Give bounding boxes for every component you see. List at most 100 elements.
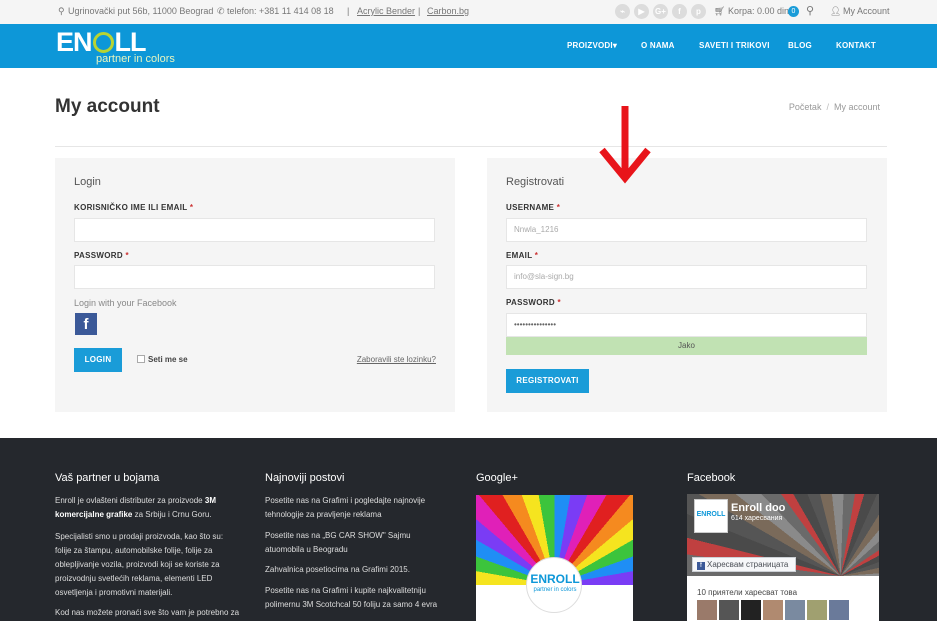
remember-me-label: Seti me se — [148, 355, 188, 364]
avatar[interactable] — [829, 600, 849, 620]
register-email-label-text: EMAIL — [506, 251, 533, 260]
register-button[interactable]: REGISTROVATI — [506, 369, 589, 393]
footer-partner-heading: Vaš partner u bojama — [55, 472, 160, 484]
avatar[interactable] — [697, 600, 717, 620]
title-divider — [55, 146, 887, 147]
register-email-input[interactable]: info@sla-sign.bg — [506, 265, 867, 289]
login-password-input[interactable] — [74, 265, 435, 289]
breadcrumb-separator: / — [826, 102, 829, 112]
register-password-input[interactable]: ••••••••••••••• — [506, 313, 867, 337]
nav-blog[interactable]: BLOG — [788, 41, 812, 50]
footer-intro-text: Enroll je ovlašteni distributer za proiz… — [55, 496, 203, 505]
footer-post-link[interactable]: Posetite nas na „BG CAR SHOW" Sajmu atuo… — [265, 529, 450, 557]
chevron-down-icon: ▾ — [612, 41, 618, 50]
required-mark: * — [189, 203, 194, 212]
location-icon: ⚲ — [58, 6, 65, 16]
rss-icon[interactable]: ⌁ — [615, 4, 630, 19]
facebook-icon: f — [83, 316, 89, 333]
avatar[interactable] — [807, 600, 827, 620]
required-mark: * — [534, 251, 539, 260]
address-text: Ugrinovački put 56b, 11000 Beograd — [68, 6, 214, 16]
top-info-bar: ⚲ Ugrinovački put 56b, 11000 Beograd ✆ t… — [0, 0, 937, 24]
footer-posts-heading: Najnoviji postovi — [265, 472, 345, 484]
facebook-page-name[interactable]: Enroll doo — [731, 502, 785, 514]
avatar[interactable] — [785, 600, 805, 620]
facebook-page-avatar[interactable]: ENROLL — [694, 499, 728, 533]
divider-bar: | — [347, 6, 350, 16]
facebook-avatar-logo: ENROLL — [696, 511, 726, 518]
red-arrow-down-icon — [599, 106, 651, 184]
divider-bar: | — [418, 6, 421, 16]
footer-partner-intro: Enroll je ovlašteni distributer za proiz… — [55, 494, 240, 522]
login-button[interactable]: LOGIN — [74, 348, 122, 372]
password-strength-meter: Jako — [506, 337, 867, 355]
phone-icon: ✆ — [217, 6, 225, 16]
acrylic-bender-link[interactable]: Acrylic Bender — [357, 6, 415, 16]
footer-googleplus-heading: Google+ — [476, 472, 518, 484]
login-password-label: PASSWORD * — [74, 251, 129, 260]
nav-proizvodi-label: PROIZVODI — [567, 41, 613, 50]
breadcrumb-current: My account — [833, 102, 880, 112]
nav-kontakt[interactable]: KONTAKT — [836, 41, 876, 50]
login-username-label-text: KORISNIČKO IME ILI EMAIL — [74, 203, 188, 212]
pinterest-icon[interactable]: p — [691, 4, 706, 19]
facebook-icon[interactable]: f — [672, 4, 687, 19]
carbon-bg-link[interactable]: Carbon.bg — [427, 6, 469, 16]
site-logo[interactable]: EN LL partner in colors — [56, 27, 206, 67]
login-password-label-text: PASSWORD — [74, 251, 123, 260]
facebook-page-widget[interactable]: ENROLL Enroll doo 614 харесвания f Харесв… — [687, 494, 879, 621]
required-mark: * — [556, 203, 561, 212]
required-mark: * — [557, 298, 561, 307]
phone-text: telefon: +381 11 414 08 18 — [227, 6, 334, 16]
youtube-icon[interactable]: ▶ — [634, 4, 649, 19]
cart-count: 0 — [788, 6, 799, 17]
nav-proizvodi[interactable]: PROIZVODI▾ — [567, 41, 617, 50]
register-title: Registrovati — [506, 176, 565, 188]
facebook-login-text: Login with your Facebook — [74, 298, 177, 308]
forgot-password-link[interactable]: Zaboravili ste lozinku? — [357, 355, 436, 364]
breadcrumb-home[interactable]: Početak — [789, 102, 822, 112]
register-username-input[interactable]: Nnwla_1216 — [506, 218, 867, 242]
facebook-friends-text: 10 приятели харесват това — [697, 588, 798, 597]
cart-icon[interactable]: 🛒︎ — [714, 6, 725, 17]
main-header: EN LL partner in colors PROIZVODI▾ O NAMA… — [0, 24, 937, 68]
footer-facebook-heading: Facebook — [687, 472, 736, 484]
google-plus-icon[interactable]: G+ — [653, 4, 668, 19]
cart-count-badge: 0 — [786, 5, 799, 17]
footer-partner-specialists: Specijalisti smo u prodaji proizvoda, ka… — [55, 532, 224, 597]
register-panel: Registrovati USERNAME * Nnwla_1216 EMAIL… — [487, 158, 887, 412]
facebook-like-page-label: Харесвам страницата — [707, 560, 789, 569]
nav-o-nama[interactable]: O NAMA — [641, 41, 675, 50]
googleplus-logo-text: ENROLL — [530, 572, 580, 586]
googleplus-widget[interactable]: ENROLL partner in colors — [476, 495, 633, 621]
facebook-login-button[interactable]: f — [75, 313, 97, 335]
facebook-like-page-button[interactable]: f Харесвам страницата — [692, 557, 796, 572]
page-title: My account — [55, 96, 160, 117]
register-email-label: EMAIL * — [506, 251, 538, 260]
login-title: Login — [74, 176, 101, 188]
footer-post-link[interactable]: Posetite nas na Grafimi i pogledajte naj… — [265, 494, 450, 522]
register-password-label-text: PASSWORD — [506, 298, 555, 307]
footer-partner-more: Kod nas možete pronaći sve što vam je po… — [55, 608, 240, 617]
footer-post-link[interactable]: Zahvalnica posetiocima na Grafimi 2015. — [265, 563, 450, 577]
cart-label[interactable]: Korpa: 0.00 din — [728, 6, 789, 16]
avatar[interactable] — [763, 600, 783, 620]
avatar[interactable] — [719, 600, 739, 620]
search-icon[interactable]: ⚲ — [806, 4, 814, 17]
breadcrumb: Početak / My account — [789, 102, 880, 112]
facebook-icon: f — [697, 562, 705, 570]
googleplus-logo: ENROLL partner in colors — [526, 557, 582, 613]
avatar[interactable] — [741, 600, 761, 620]
register-username-label: USERNAME * — [506, 203, 560, 212]
googleplus-logo-tagline: partner in colors — [533, 587, 577, 593]
nav-saveti-i-trikovi[interactable]: SAVETI I TRIKOVI — [699, 41, 770, 50]
login-username-input[interactable] — [74, 218, 435, 242]
required-mark: * — [125, 251, 129, 260]
login-panel: Login KORISNIČKO IME ILI EMAIL * PASSWOR… — [55, 158, 455, 412]
register-password-label: PASSWORD * — [506, 298, 561, 307]
footer-intro-text-end: za Srbiju i Crnu Goru. — [134, 510, 212, 519]
footer-post-link[interactable]: Posetite nas na Grafimi i kupite najkval… — [265, 584, 450, 612]
my-account-link[interactable]: My Account — [843, 6, 890, 16]
remember-me-checkbox[interactable] — [137, 355, 145, 363]
logo-tagline: partner in colors — [96, 53, 175, 65]
